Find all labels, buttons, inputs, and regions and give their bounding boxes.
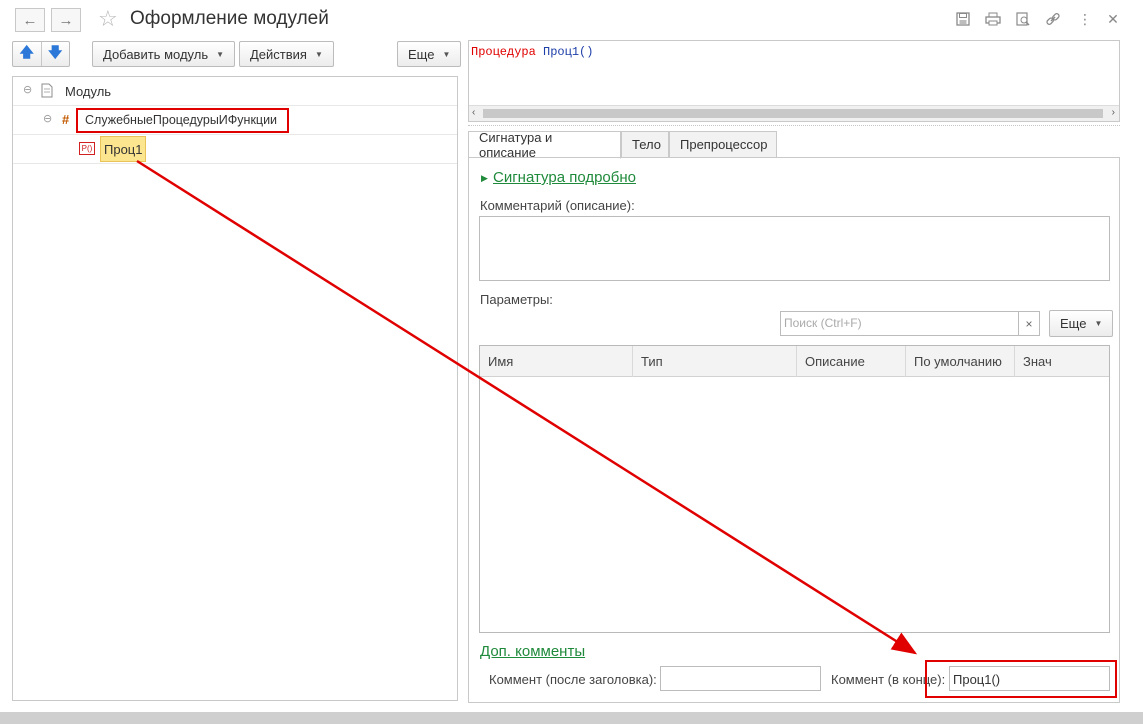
annotation-arrow bbox=[136, 159, 918, 655]
status-bar bbox=[0, 712, 1143, 724]
